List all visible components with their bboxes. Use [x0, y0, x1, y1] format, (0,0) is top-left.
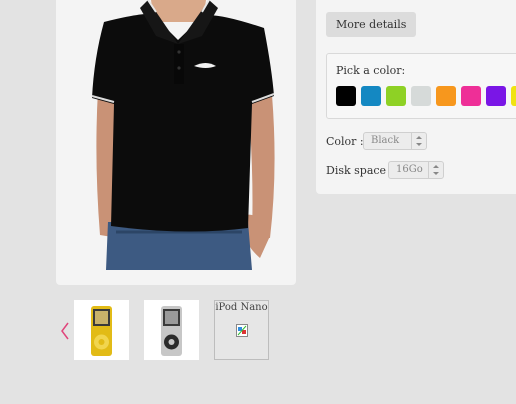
color-swatch-orange[interactable] [436, 86, 456, 106]
disk-space-label: Disk space : [326, 164, 394, 177]
select-arrows-icon [428, 162, 443, 178]
thumbnail-ipod-silver[interactable] [144, 300, 199, 360]
color-swatch-blue[interactable] [361, 86, 381, 106]
product-image[interactable] [56, 0, 296, 285]
product-page: iPod Nano More details Pick a color: Col… [0, 0, 516, 404]
product-details-panel: More details Pick a color: Color : Black… [316, 0, 516, 194]
color-label: Color : [326, 135, 364, 148]
more-details-button[interactable]: More details [326, 12, 417, 37]
color-swatch-purple[interactable] [486, 86, 506, 106]
ipod-nano-silver-image [161, 306, 182, 356]
pick-color-label: Pick a color: [336, 64, 406, 77]
ipod-nano-yellow-image [91, 306, 112, 356]
color-swatch-yellow[interactable] [511, 86, 516, 106]
color-select[interactable]: Black [363, 132, 427, 150]
product-image-card [56, 0, 296, 285]
broken-image-icon [236, 324, 248, 337]
color-picker: Pick a color: [326, 53, 516, 119]
thumbnail-ipod-yellow[interactable] [74, 300, 129, 360]
disk-space-select[interactable]: 16Go [388, 161, 444, 179]
thumbnail-ipod-nano[interactable]: iPod Nano [214, 300, 269, 360]
color-swatch-green[interactable] [386, 86, 406, 106]
color-swatch-light-gray[interactable] [411, 86, 431, 106]
thumbnail-prev-button[interactable] [58, 320, 72, 342]
select-arrows-icon [411, 133, 426, 149]
thumbnail-alt-text: iPod Nano [215, 302, 268, 313]
color-select-value: Black [371, 135, 400, 146]
chevron-left-icon [61, 322, 69, 340]
disk-space-select-value: 16Go [396, 164, 423, 175]
color-swatch-pink[interactable] [461, 86, 481, 106]
color-swatch-black[interactable] [336, 86, 356, 106]
